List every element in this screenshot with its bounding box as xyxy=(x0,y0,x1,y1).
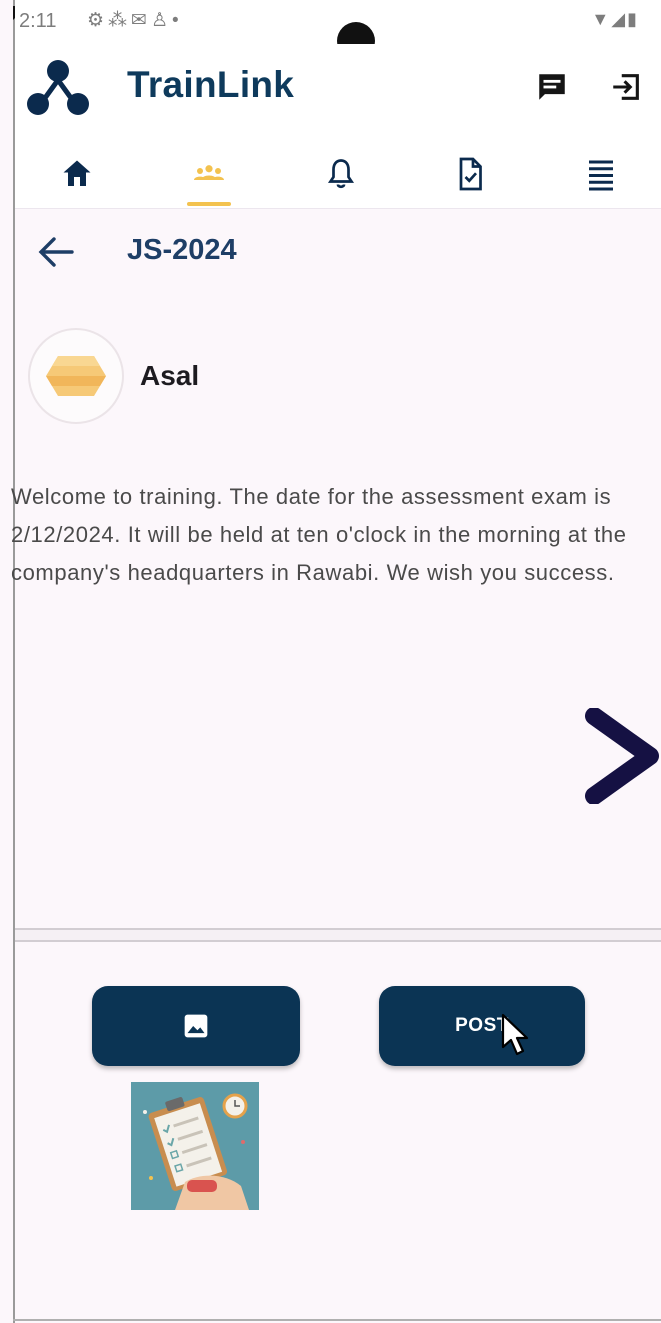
window-frame-bottom xyxy=(13,1319,661,1321)
menu-lines-icon xyxy=(589,160,613,191)
tab-groups[interactable] xyxy=(174,140,244,208)
nav-tabs xyxy=(15,140,661,209)
chat-icon[interactable] xyxy=(535,70,569,104)
group-icon xyxy=(194,165,224,180)
document-check-icon xyxy=(459,157,482,191)
chevron-right-icon[interactable] xyxy=(582,708,661,804)
attached-image-thumbnail[interactable] xyxy=(131,1082,259,1210)
dot-icon: • xyxy=(172,10,183,31)
person-icon: ♙ xyxy=(150,10,173,31)
gear-icon: ⚙ xyxy=(87,10,109,31)
status-notification-icons: ⚙⁂✉♙• xyxy=(87,9,183,32)
wifi-icon: ▼ xyxy=(591,9,612,29)
mouse-cursor-icon xyxy=(501,1013,529,1056)
post-message: Welcome to training. The date for the as… xyxy=(11,484,627,585)
back-arrow-icon[interactable] xyxy=(36,234,76,270)
app-bar: TrainLink xyxy=(15,44,661,140)
image-icon xyxy=(184,1014,208,1038)
author-name: Asal xyxy=(140,360,200,391)
author-avatar[interactable] xyxy=(28,328,124,424)
logout-icon[interactable] xyxy=(609,70,643,104)
post-button[interactable]: POST xyxy=(379,986,585,1066)
status-bar: 2:11 ⚙⁂✉♙• ▼◢▮ xyxy=(15,0,661,60)
tab-menu[interactable] xyxy=(566,140,636,208)
bell-icon xyxy=(327,159,355,189)
app-title: TrainLink xyxy=(127,64,295,105)
status-time: 2:11 xyxy=(19,10,57,32)
mail-icon: ✉ xyxy=(131,10,151,31)
group-title: JS-2024 xyxy=(127,234,237,266)
active-tab-indicator xyxy=(187,202,231,206)
tab-notifications[interactable] xyxy=(306,140,376,208)
signal-icon: ◢ xyxy=(611,9,628,29)
home-icon xyxy=(63,160,91,186)
tab-tasks[interactable] xyxy=(435,140,505,208)
attach-image-button[interactable] xyxy=(92,986,300,1066)
tab-home[interactable] xyxy=(42,140,112,208)
trainlink-logo-icon xyxy=(27,60,89,115)
battery-icon: ▮ xyxy=(627,9,639,29)
checklist-illustration-icon xyxy=(131,1082,259,1210)
hexagon-avatar-icon xyxy=(46,356,106,396)
status-system-icons: ▼◢▮ xyxy=(591,9,639,30)
fan-icon: ⁂ xyxy=(108,10,132,31)
composer-divider xyxy=(15,928,661,942)
